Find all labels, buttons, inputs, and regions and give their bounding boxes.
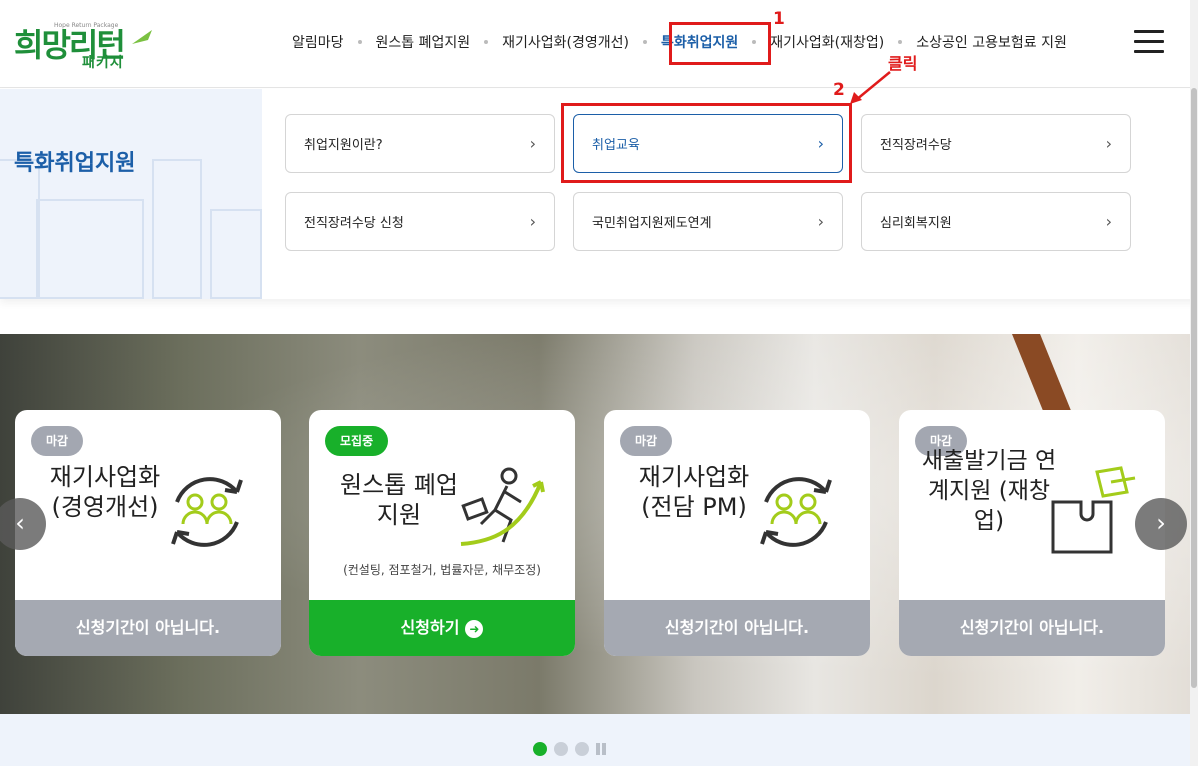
apply-button-label: 신청하기	[400, 618, 460, 637]
program-card[interactable]: 마감 새출발기금 연계지원 (재창업) 신청기간이 아닙니다.	[899, 410, 1165, 656]
chevron-right-icon: ›	[529, 134, 536, 153]
pagination-dot[interactable]	[554, 742, 568, 756]
submenu-side: 특화취업지원	[0, 89, 262, 299]
arrow-right-circle-icon: ➜	[465, 619, 484, 638]
pause-icon[interactable]	[596, 743, 608, 755]
status-badge: 모집중	[325, 426, 389, 456]
logo-tagline: Hope Return Package	[54, 22, 119, 29]
page: 희망리턴 Hope Return Package 패키지 알림마당 원스톱 폐업…	[0, 0, 1198, 766]
card-footer-status: 신청기간이 아닙니다.	[604, 600, 870, 656]
submenu-item-transfer-allowance[interactable]: 전직장려수당 ›	[861, 114, 1131, 173]
card-footer-status: 신청기간이 아닙니다.	[15, 600, 281, 656]
nav-item-restart[interactable]: 재기사업화(재창업)	[758, 32, 896, 52]
chevron-right-icon: ›	[529, 212, 536, 231]
logo-arrow-icon	[132, 30, 152, 44]
annotation-step2-number: 2	[833, 80, 845, 100]
building-illustration	[152, 159, 202, 299]
hamburger-icon[interactable]	[1134, 30, 1164, 54]
building-illustration	[0, 159, 40, 299]
chevron-right-icon: ›	[1105, 134, 1112, 153]
nav-separator	[484, 40, 489, 44]
card-title: 원스톱 폐업지원	[339, 471, 459, 529]
site-logo[interactable]: 희망리턴 Hope Return Package 패키지	[12, 14, 157, 74]
status-badge: 마감	[31, 426, 84, 456]
nav-item-insurance-support[interactable]: 소상공인 고용보험료 지원	[904, 32, 1079, 52]
logo-sub-text: 패키지	[82, 55, 124, 71]
nav-item-business-improvement[interactable]: 재기사업화(경영개선)	[490, 32, 641, 52]
program-card[interactable]: 마감 재기사업화(경영개선) 신청기간이 아닙니다.	[15, 410, 281, 656]
submenu-item-label: 취업지원이란?	[304, 138, 383, 153]
status-badge: 마감	[620, 426, 673, 456]
card-footer-status: 신청기간이 아닙니다.	[899, 600, 1165, 656]
program-slider: 마감 재기사업화(경영개선) 신청기간이 아닙니다. 모집중 원스톱 폐업지원	[0, 334, 1198, 714]
nav-separator	[643, 40, 647, 44]
chevron-right-icon: ›	[1156, 509, 1166, 537]
slider-pagination	[533, 742, 608, 756]
apply-button[interactable]: 신청하기 ➜	[309, 600, 575, 656]
people-cycle-icon	[171, 477, 243, 547]
submenu-item-national-employment[interactable]: 국민취업지원제도연계 ›	[573, 192, 843, 251]
scrollbar-thumb[interactable]	[1191, 88, 1197, 688]
submenu-item-psych-recovery[interactable]: 심리회복지원 ›	[861, 192, 1131, 251]
card-description: (컨설팅, 점포철거, 법률자문, 채무조정)	[343, 563, 541, 577]
submenu-item-label: 전직장려수당 신청	[304, 216, 404, 231]
submenu-item-allowance-apply[interactable]: 전직장려수당 신청 ›	[285, 192, 555, 251]
chevron-right-icon: ›	[817, 212, 824, 231]
nav-item-notice[interactable]: 알림마당	[280, 32, 356, 52]
building-illustration	[210, 209, 262, 299]
submenu-title: 특화취업지원	[14, 151, 136, 176]
submenu-item-label: 국민취업지원제도연계	[592, 216, 712, 231]
card-title: 재기사업화(경영개선)	[49, 463, 161, 521]
submenu-item-label: 전직장려수당	[880, 138, 952, 153]
submenu-item-employment-intro[interactable]: 취업지원이란? ›	[285, 114, 555, 173]
annotation-box-step1	[669, 22, 771, 65]
card-title: 재기사업화(전담 PM)	[638, 463, 750, 521]
puzzle-icon	[1051, 466, 1136, 554]
submenu-item-label: 심리회복지원	[880, 216, 952, 231]
card-title: 새출발기금 연계지원 (재창업)	[921, 448, 1057, 534]
slider-next-button[interactable]: ›	[1135, 498, 1187, 550]
shop-illustration	[36, 199, 144, 299]
nav-item-closure-support[interactable]: 원스톱 폐업지원	[364, 32, 483, 52]
annotation-arrow-icon	[850, 71, 891, 104]
program-card[interactable]: 모집중 원스톱 폐업지원 (컨설팅, 점포철거, 법률자문, 채무조정) 신청하…	[309, 410, 575, 656]
pagination-dot[interactable]	[575, 742, 589, 756]
program-card[interactable]: 마감 재기사업화(전담 PM) 신청기간이 아닙니다.	[604, 410, 870, 656]
pagination-dot[interactable]	[533, 742, 547, 756]
annotation-box-step2	[561, 103, 852, 183]
site-header: 희망리턴 Hope Return Package 패키지 알림마당 원스톱 폐업…	[0, 0, 1198, 88]
nav-separator	[898, 40, 903, 44]
slider-pagination-band	[0, 714, 1198, 766]
running-businessman-icon	[460, 467, 545, 546]
chevron-right-icon: ›	[1105, 212, 1112, 231]
annotation-step1-number: 1	[773, 9, 785, 29]
nav-separator	[357, 40, 362, 44]
chevron-left-icon: ‹	[15, 509, 25, 537]
people-cycle-icon	[760, 477, 832, 547]
